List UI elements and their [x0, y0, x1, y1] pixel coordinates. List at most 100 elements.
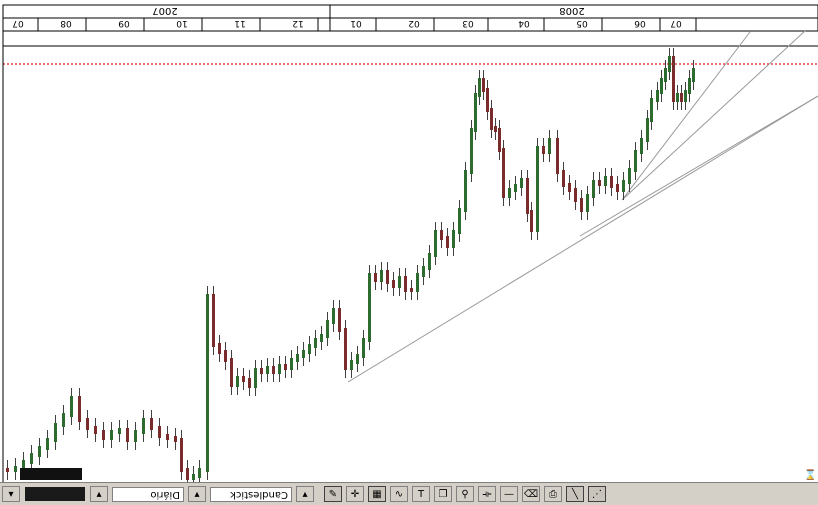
candle [174, 436, 177, 442]
month-label: 07 [12, 18, 23, 28]
zoom-icon[interactable]: ⚲ [456, 486, 474, 502]
print-icon[interactable]: ⎙ [544, 486, 562, 502]
candle [676, 93, 679, 102]
trendline-fan-1 [579, 95, 818, 237]
horizontal-line-icon[interactable]: — [500, 486, 518, 502]
candle [598, 180, 601, 186]
trendline-long [347, 95, 818, 383]
candle [198, 468, 201, 478]
symbol-field[interactable] [25, 487, 85, 501]
candle [586, 194, 589, 212]
candle [180, 438, 183, 472]
candle [332, 308, 335, 324]
candle [494, 126, 497, 132]
candle [158, 426, 161, 438]
candle [338, 308, 341, 332]
candle [428, 253, 431, 270]
candle [404, 276, 407, 292]
candle [656, 90, 659, 102]
candle [192, 474, 195, 480]
candle [660, 78, 663, 94]
year-label-2008: 2008 [559, 5, 584, 16]
candle [526, 178, 529, 214]
candle [562, 170, 565, 187]
candle [490, 108, 493, 130]
symbol-dropdown-icon[interactable]: ▴ [90, 486, 108, 502]
candle [308, 344, 311, 354]
candle [542, 146, 545, 154]
eraser-icon[interactable]: ⌫ [522, 486, 540, 502]
month-label: 05 [576, 18, 587, 28]
candle [212, 294, 215, 347]
chart-toolbar: ▾ ▴ Diário ▴ Candlestick ▴ ✎ ✛ ▦ ∿ T ❐ ⚲… [0, 482, 818, 505]
candle [134, 430, 137, 442]
candle [692, 68, 695, 82]
fibonacci-icon[interactable]: ⋰ [588, 486, 606, 502]
trendline-tool-icon[interactable]: ╲ [566, 486, 584, 502]
copy-icon[interactable]: ❐ [434, 486, 452, 502]
candle [344, 328, 347, 370]
candle [142, 418, 145, 434]
grid-icon[interactable]: ▦ [368, 486, 386, 502]
month-label: 06 [634, 18, 646, 28]
crosshair-icon[interactable]: ✛ [346, 486, 364, 502]
candle [646, 118, 649, 142]
candle [380, 270, 383, 282]
candle [266, 366, 269, 374]
candlestick-series[interactable] [6, 48, 695, 488]
candle [474, 93, 477, 132]
candle [224, 350, 227, 362]
ruler-icon[interactable]: ⟛ [478, 486, 496, 502]
period-dropdown-icon[interactable]: ▴ [188, 486, 206, 502]
candle [46, 438, 49, 450]
candle [604, 176, 607, 186]
candle [62, 413, 65, 427]
indicator-icon[interactable]: ∿ [390, 486, 408, 502]
candle [672, 56, 675, 102]
candle [94, 426, 97, 434]
candle [502, 148, 505, 198]
chart-window: 07 08 09 10 11 12 01 02 03 04 05 06 07 2007 2008 [2, 4, 818, 488]
scroll-down-icon[interactable]: ▾ [2, 486, 20, 502]
candle [520, 178, 523, 188]
candle [548, 138, 551, 154]
candle [368, 273, 371, 342]
candle [30, 453, 33, 464]
chart-style-select[interactable]: Candlestick [210, 486, 292, 502]
candle [440, 230, 443, 240]
candle [186, 468, 189, 480]
candle [478, 78, 481, 97]
trendline-fan-2 [621, 29, 807, 201]
month-label: 10 [176, 18, 188, 28]
pencil-icon[interactable]: ✎ [324, 486, 342, 502]
candle [592, 180, 595, 198]
chart-style-dropdown-icon[interactable]: ▴ [296, 486, 314, 502]
period-select[interactable]: Diário [112, 486, 184, 502]
candle [556, 138, 559, 174]
candle [320, 334, 323, 342]
candle [302, 350, 305, 358]
candle [514, 184, 517, 192]
candle [326, 320, 329, 338]
candle [86, 418, 89, 430]
candle [374, 273, 377, 282]
candle [482, 78, 485, 92]
candle [118, 428, 121, 434]
candle [628, 168, 631, 184]
text-icon[interactable]: T [412, 486, 430, 502]
candle [386, 270, 389, 284]
time-axis: 07 08 09 10 11 12 01 02 03 04 05 06 07 2007 2008 [2, 4, 818, 32]
candle [530, 210, 533, 232]
candle [680, 93, 683, 102]
candle [218, 343, 221, 354]
candle [568, 183, 571, 192]
chart-style-label: Candlestick [230, 488, 288, 500]
candle [248, 378, 251, 388]
candle [470, 128, 473, 174]
candle [392, 280, 395, 288]
month-label: 08 [60, 18, 72, 28]
candle [70, 396, 73, 417]
month-label: 09 [118, 18, 130, 28]
candle [350, 360, 353, 370]
month-label: 11 [234, 18, 245, 28]
